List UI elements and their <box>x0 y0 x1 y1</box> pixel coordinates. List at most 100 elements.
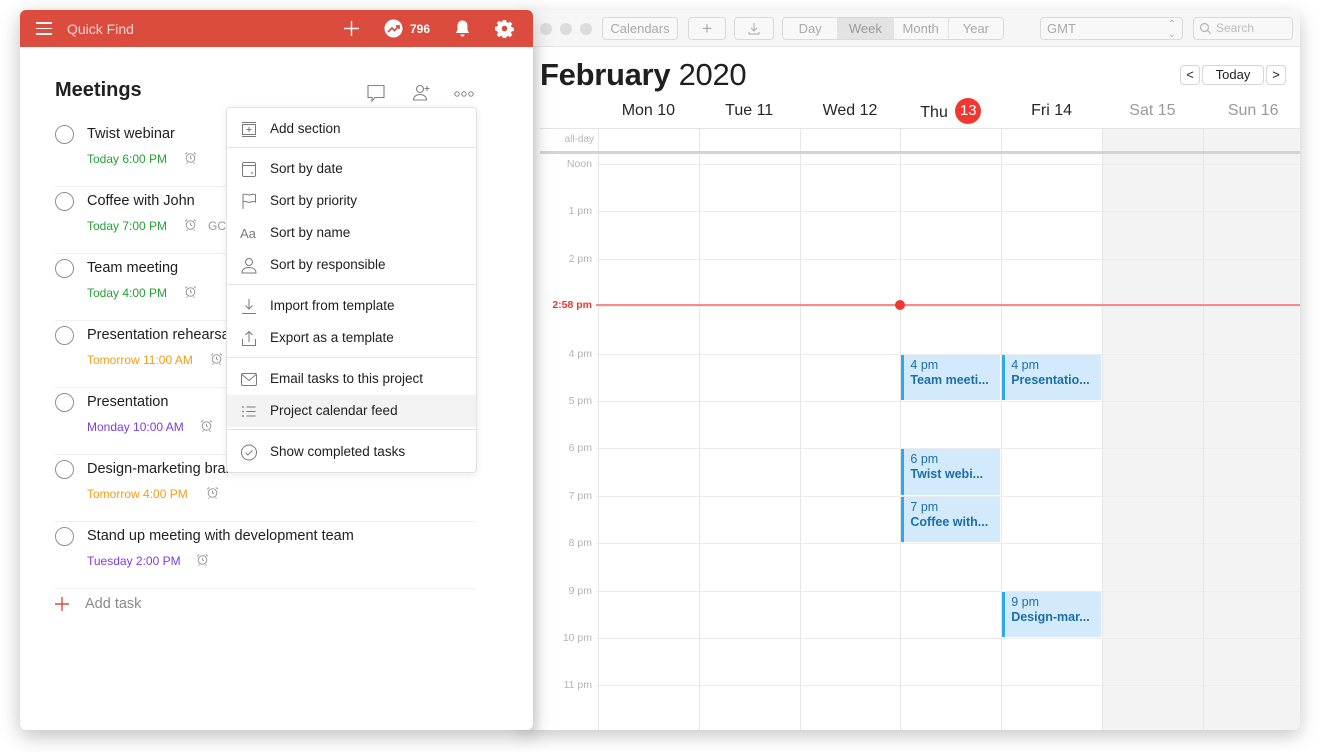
day-name: Tue <box>725 102 757 119</box>
menu-item-sort-by-name[interactable]: Aa Sort by name <box>227 217 476 249</box>
previous-week-button[interactable]: < <box>1180 65 1200 85</box>
view-switcher: Day Week Month Year <box>782 17 1004 40</box>
calendar-window: Calendars + Day Week Month Year GMT ⌃ ⌄ Sear… <box>520 10 1300 730</box>
task-name[interactable]: Presentation rehearsal <box>87 327 233 343</box>
alarm-clock-icon <box>206 486 219 504</box>
menu-item-import-from-template[interactable]: Import from template <box>227 290 476 322</box>
task-due-date[interactable]: Tomorrow 11:00 AM <box>87 353 193 367</box>
day-name: Sun <box>1227 102 1261 119</box>
task-checkbox[interactable] <box>55 393 74 412</box>
menu-item-sort-by-responsible[interactable]: Sort by responsible <box>227 249 476 281</box>
menu-divider <box>227 429 476 430</box>
day-name: Thu <box>920 104 953 122</box>
alarm-clock-icon <box>200 419 213 437</box>
email-icon <box>241 373 257 386</box>
day-column-divider <box>1202 128 1204 730</box>
window-close-button[interactable] <box>540 23 552 35</box>
hour-line <box>596 685 1300 687</box>
view-tab-day[interactable]: Day <box>783 18 839 39</box>
bell-icon[interactable] <box>454 19 471 38</box>
day-column-divider <box>1001 128 1003 730</box>
task-name[interactable]: Stand up meeting with development team <box>87 528 354 544</box>
task-due-date[interactable]: Monday 10:00 AM <box>87 420 184 434</box>
search-input[interactable]: Search <box>1193 17 1293 40</box>
weekend-column <box>1202 128 1300 730</box>
calendar-event[interactable]: 4 pm Presentatio... <box>1002 354 1101 400</box>
task-name[interactable]: Coffee with John <box>87 193 195 209</box>
task-name[interactable]: Presentation <box>87 394 168 410</box>
task-name[interactable]: Twist webinar <box>87 126 175 142</box>
calendar-event[interactable]: 4 pm Team meeti... <box>901 354 1001 400</box>
view-tab-month[interactable]: Month <box>894 18 949 39</box>
task-due-date[interactable]: Today 4:00 PM <box>87 286 167 300</box>
task-name[interactable]: Team meeting <box>87 260 178 276</box>
task-item[interactable]: Stand up meeting with development team Tu… <box>55 522 476 589</box>
task-due-date[interactable]: Today 6:00 PM <box>87 152 167 166</box>
title-month: February <box>540 57 671 92</box>
import-icon <box>242 299 256 314</box>
hour-label: 1 pm <box>568 205 592 218</box>
next-week-button[interactable]: > <box>1266 65 1286 85</box>
plus-icon[interactable] <box>343 20 360 37</box>
task-label-extra: GC <box>208 219 226 233</box>
window-zoom-button[interactable] <box>580 23 592 35</box>
quick-find-input[interactable]: Quick Find <box>67 21 134 37</box>
alarm-clock-icon <box>184 151 197 169</box>
more-icon[interactable] <box>454 91 474 97</box>
comment-icon[interactable] <box>366 84 386 103</box>
hour-label: 6 pm <box>568 442 592 455</box>
gear-icon[interactable] <box>495 19 514 38</box>
task-checkbox[interactable] <box>55 460 74 479</box>
hour-label: 7 pm <box>568 489 592 502</box>
hour-label: 8 pm <box>568 537 592 550</box>
karma-trend-icon[interactable] <box>384 19 403 38</box>
hamburger-icon[interactable] <box>36 22 52 35</box>
add-person-icon[interactable] <box>412 83 432 102</box>
day-header-tue[interactable]: Tue 11 <box>699 102 800 124</box>
download-button[interactable] <box>734 17 774 40</box>
current-time-label: 2:58 pm <box>552 298 592 311</box>
menu-item-project-calendar-feed[interactable]: Project calendar feed <box>227 395 476 427</box>
calendars-button[interactable]: Calendars <box>602 17 678 40</box>
add-event-button[interactable]: + <box>688 17 726 40</box>
menu-item-sort-by-date[interactable]: Sort by date <box>227 153 476 185</box>
day-header-wed[interactable]: Wed 12 <box>800 102 901 124</box>
menu-item-email-tasks-to-this-project[interactable]: Email tasks to this project <box>227 363 476 395</box>
hour-line <box>596 543 1300 545</box>
calendar-title: February 2020 <box>540 57 747 93</box>
menu-item-show-completed-tasks[interactable]: Show completed tasks <box>227 436 476 468</box>
calendar-event[interactable]: 9 pm Design-mar... <box>1002 591 1101 637</box>
menu-item-add-section[interactable]: Add section <box>227 113 476 145</box>
today-button[interactable]: Today <box>1202 65 1264 85</box>
day-name: Wed <box>822 102 860 119</box>
view-tab-year[interactable]: Year <box>949 18 1003 39</box>
day-header-mon[interactable]: Mon 10 <box>598 102 699 124</box>
task-due-date[interactable]: Tomorrow 4:00 PM <box>87 487 188 501</box>
day-column-divider <box>900 128 902 730</box>
menu-item-sort-by-priority[interactable]: Sort by priority <box>227 185 476 217</box>
calendar-event[interactable]: 6 pm Twist webi... <box>901 449 1001 495</box>
alarm-clock-icon <box>196 553 209 571</box>
task-checkbox[interactable] <box>55 192 74 211</box>
window-minimize-button[interactable] <box>560 23 572 35</box>
flag-icon <box>242 193 256 209</box>
hour-line <box>596 164 1300 165</box>
allday-label: all-day <box>564 134 594 145</box>
menu-item-export-as-a-template[interactable]: Export as a template <box>227 322 476 354</box>
allday-divider <box>540 151 1300 154</box>
event-time: 6 pm <box>910 452 939 467</box>
calendar-event[interactable]: 7 pm Coffee with... <box>901 496 1001 543</box>
timezone-select[interactable]: GMT ⌃ ⌄ <box>1040 17 1183 40</box>
task-checkbox[interactable] <box>55 527 74 546</box>
task-checkbox[interactable] <box>55 125 74 144</box>
task-checkbox[interactable] <box>55 326 74 345</box>
task-due-date[interactable]: Tuesday 2:00 PM <box>87 554 181 568</box>
day-header-sun[interactable]: Sun 16 <box>1203 102 1300 124</box>
task-checkbox[interactable] <box>55 259 74 278</box>
svg-text:Aa: Aa <box>240 226 257 241</box>
view-tab-week[interactable]: Week <box>838 18 894 39</box>
day-header-thu[interactable]: Thu 13 <box>900 98 1001 124</box>
day-header-sat[interactable]: Sat 15 <box>1102 102 1203 124</box>
day-header-fri[interactable]: Fri 14 <box>1001 102 1102 124</box>
task-due-date[interactable]: Today 7:00 PM <box>87 219 167 233</box>
